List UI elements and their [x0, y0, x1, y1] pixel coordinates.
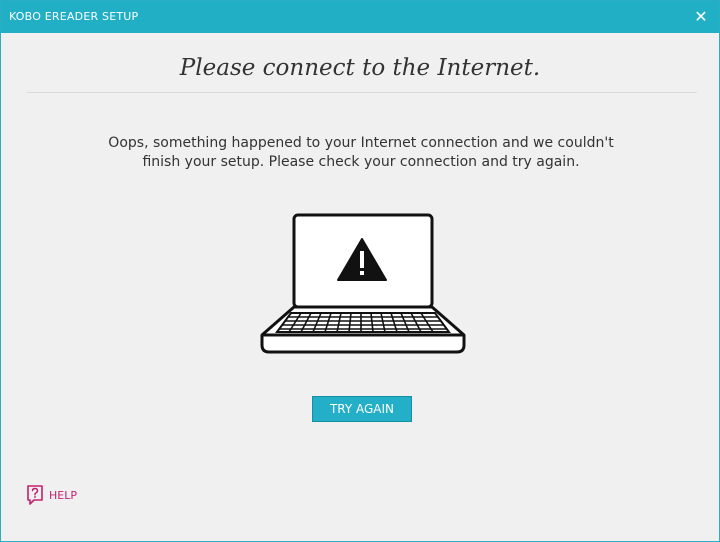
- help-link[interactable]: HELP: [26, 484, 77, 506]
- setup-window: KOBO EREADER SETUP ✕ Please connect to t…: [0, 0, 720, 542]
- help-label: HELP: [49, 488, 77, 502]
- error-message: Oops, something happened to your Interne…: [61, 134, 661, 172]
- close-button[interactable]: ✕: [691, 7, 711, 27]
- page-title: Please connect to the Internet.: [179, 55, 541, 81]
- laptop-warning-icon: [257, 211, 469, 359]
- try-again-button[interactable]: TRY AGAIN: [312, 396, 412, 422]
- divider: [26, 92, 697, 93]
- error-message-line-2: finish your setup. Please check your con…: [142, 154, 580, 170]
- title-bar: KOBO EREADER SETUP ✕: [1, 1, 719, 33]
- error-message-line-1: Oops, something happened to your Interne…: [108, 135, 614, 151]
- help-question-icon: [26, 484, 44, 506]
- window-title: KOBO EREADER SETUP: [9, 10, 139, 23]
